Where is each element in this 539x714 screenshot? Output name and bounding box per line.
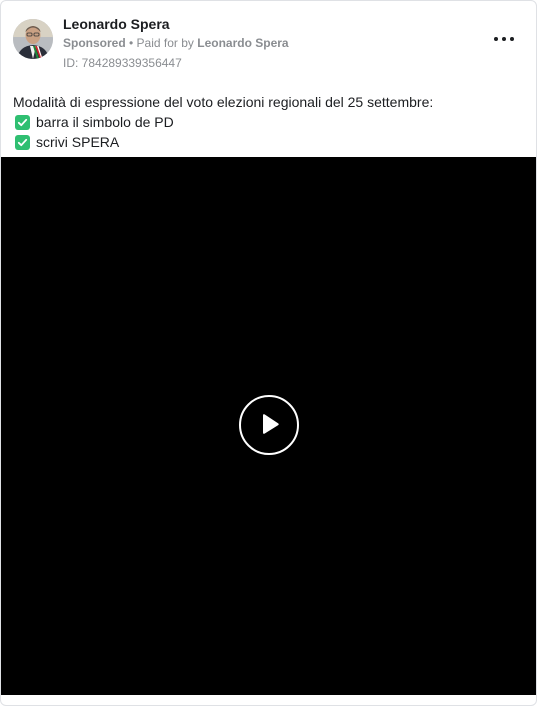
check-mark-icon: [15, 114, 30, 130]
avatar-image: [13, 19, 53, 59]
sponsored-line: Sponsored • Paid for by Leonardo Spera: [63, 35, 289, 51]
paid-for-name[interactable]: Leonardo Spera: [197, 36, 288, 50]
paid-for-prefix: Paid for by: [136, 36, 198, 50]
list-item: barra il simbolo de PD: [13, 112, 524, 132]
more-options-button[interactable]: [494, 33, 514, 45]
play-icon: [263, 414, 279, 434]
play-button[interactable]: [239, 395, 299, 455]
more-horizontal-icon-dot: [502, 37, 506, 41]
sponsored-label: Sponsored: [63, 36, 126, 50]
ad-card: Leonardo Spera Sponsored • Paid for by L…: [0, 0, 537, 706]
post-body: Modalità di espressione del voto elezion…: [13, 92, 524, 152]
separator-dot: •: [125, 36, 137, 50]
list-item: scrivi SPERA: [13, 132, 524, 152]
list-item-text: barra il simbolo de PD: [36, 114, 174, 130]
check-mark-icon: [15, 134, 30, 150]
more-horizontal-icon-dot: [510, 37, 514, 41]
page-name[interactable]: Leonardo Spera: [63, 15, 170, 33]
video-player[interactable]: [1, 157, 536, 695]
more-horizontal-icon: [494, 37, 498, 41]
post-intro: Modalità di espressione del voto elezion…: [13, 94, 434, 110]
list-item-text: scrivi SPERA: [36, 134, 120, 150]
avatar[interactable]: [13, 19, 53, 59]
post-header: Leonardo Spera Sponsored • Paid for by L…: [13, 15, 524, 73]
ad-id: ID: 784289339356447: [63, 56, 182, 70]
